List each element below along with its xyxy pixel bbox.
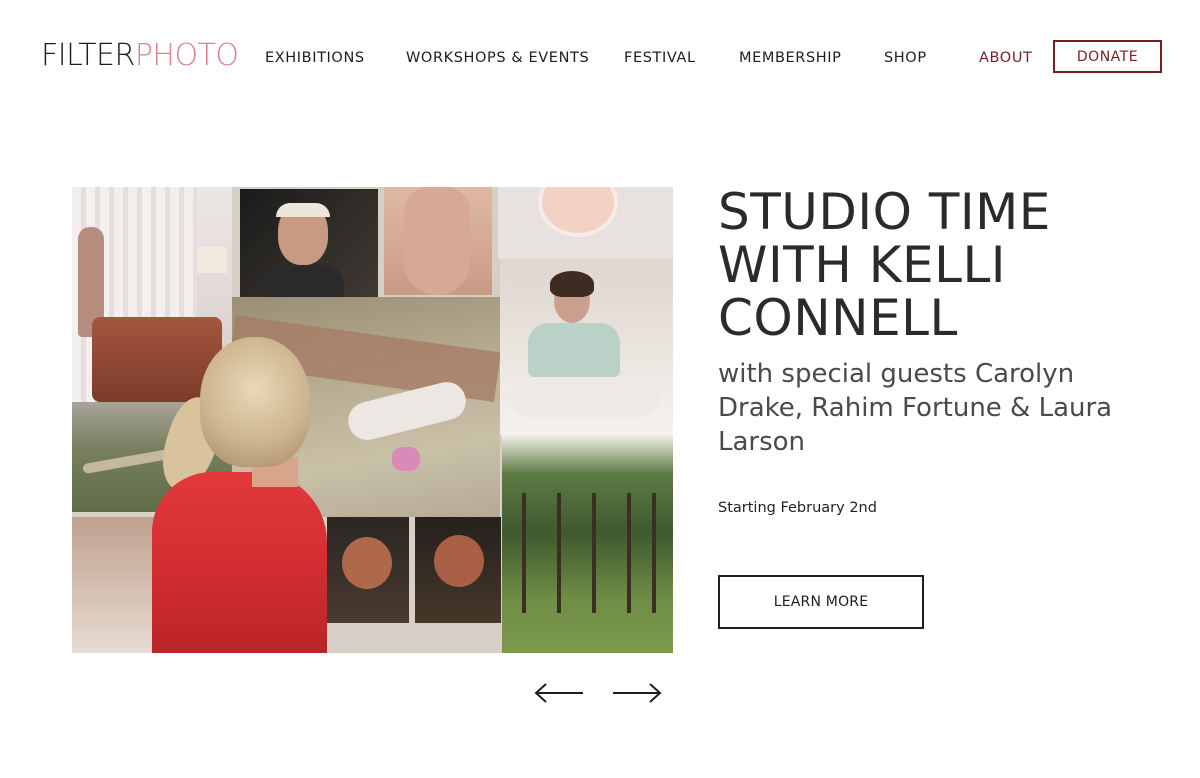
donate-button[interactable]: DONATE (1053, 40, 1162, 73)
collage-forest-photo (502, 435, 673, 653)
nav-item-festival[interactable]: FESTIVAL (624, 47, 696, 69)
carousel-prev-button[interactable] (534, 680, 584, 706)
nav-item-exhibitions[interactable]: EXHIBITIONS (265, 47, 365, 69)
collage-sitting-photo (500, 259, 673, 435)
slide-subtitle: with special guests Carolyn Drake, Rahim… (718, 359, 1113, 457)
slide-date: Starting February 2nd (718, 500, 877, 516)
foreground-woman (152, 337, 412, 653)
carousel-next-button[interactable] (612, 680, 662, 706)
collage-nude-photo (384, 187, 492, 295)
slide-title: STUDIO TIME WITH KELLI CONNELL (718, 183, 1051, 347)
collage-portrait-photo (240, 189, 378, 297)
nav-item-membership[interactable]: MEMBERSHIP (739, 47, 842, 69)
nav-item-shop[interactable]: SHOP (884, 47, 927, 69)
nav-item-about[interactable]: ABOUT (979, 47, 1033, 69)
arrow-left-icon (534, 683, 583, 703)
site-header: FILTERPHOTO EXHIBITIONS WORKSHOPS & EVEN… (0, 0, 1200, 115)
arrow-right-icon (613, 683, 662, 703)
nav-item-workshops-events[interactable]: WORKSHOPS & EVENTS (406, 47, 589, 69)
hero-image (72, 187, 673, 653)
learn-more-button[interactable]: LEARN MORE (718, 575, 924, 629)
main-nav: EXHIBITIONS WORKSHOPS & EVENTS FESTIVAL … (0, 47, 1200, 69)
collage-plate-photo (498, 187, 673, 259)
